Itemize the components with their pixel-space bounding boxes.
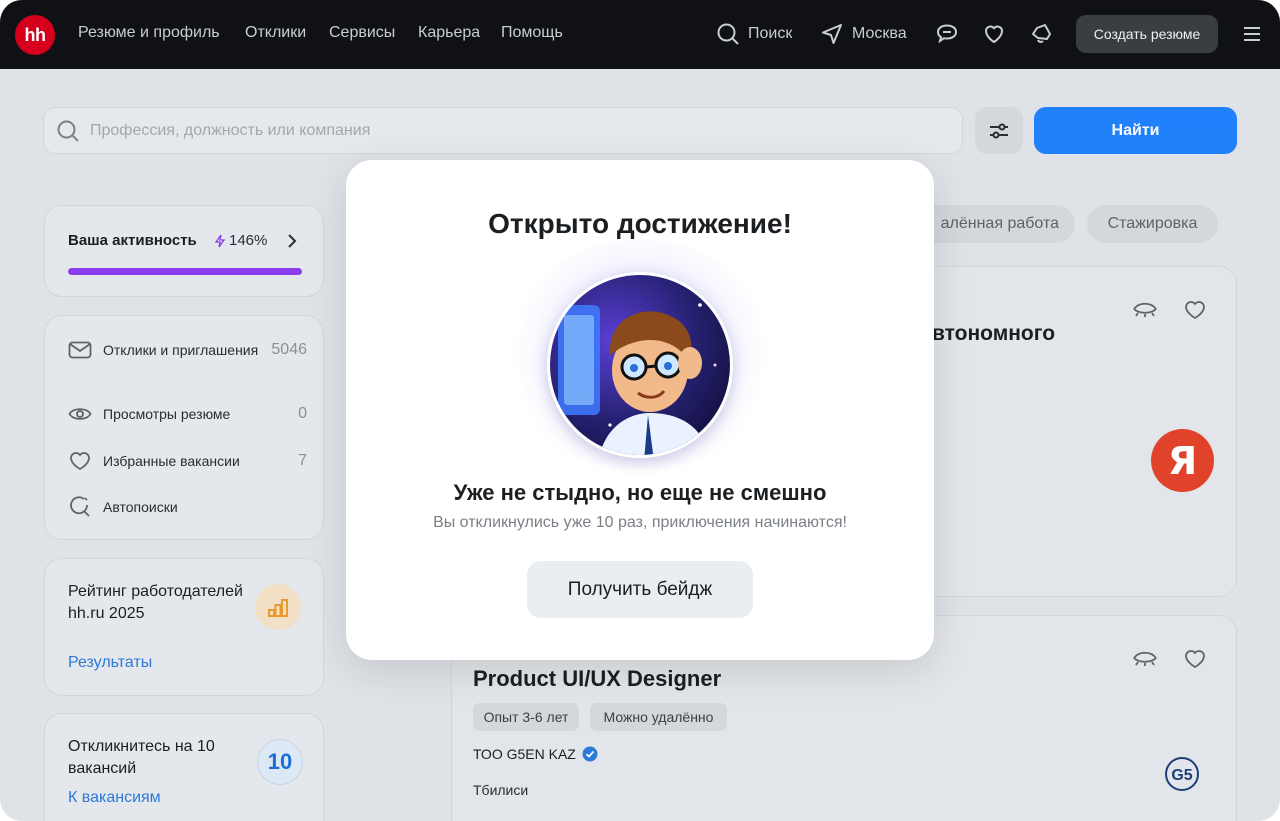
favorite-heart-icon[interactable] [1181, 646, 1209, 670]
favorite-heart-icon[interactable] [1181, 297, 1209, 321]
stat-label: Просмотры резюме [103, 406, 231, 422]
get-badge-button[interactable]: Получить бейдж [527, 561, 753, 618]
nav-item-help[interactable]: Помощь [501, 24, 563, 42]
activity-card[interactable]: Ваша активность 146% [44, 205, 324, 297]
respond-challenge-card: Откликнитесь на 10 вакансий 10 К ваканси… [44, 713, 324, 821]
vacancy-search-field[interactable] [43, 107, 963, 154]
stat-label: Автопоиски [103, 499, 178, 515]
vacancy-title[interactable]: Product UI/UX Designer [473, 666, 721, 692]
stat-row-favorites[interactable]: Избранные вакансии 7 [67, 450, 307, 472]
search-icon [717, 23, 739, 45]
achievement-badge-image [547, 272, 733, 458]
heart-icon [67, 450, 93, 472]
app-frame: hh Резюме и профиль Отклики Сервисы Карь… [0, 0, 1280, 821]
rating-chart-icon [255, 584, 301, 630]
create-resume-button[interactable]: Создать резюме [1076, 15, 1218, 53]
nav-item-career[interactable]: Карьера [418, 24, 480, 42]
activity-progress-bar [68, 268, 302, 275]
rating-results-link[interactable]: Результаты [68, 654, 152, 672]
hide-eye-icon[interactable] [1131, 646, 1159, 670]
stat-row-views[interactable]: Просмотры резюме 0 [67, 403, 307, 425]
top-navigation-bar: hh Резюме и профиль Отклики Сервисы Карь… [0, 0, 1280, 69]
lightning-icon [215, 234, 225, 247]
activity-percent-value: 146% [229, 232, 268, 249]
stats-card: Отклики и приглашения 5046 Просмотры рез… [44, 315, 324, 540]
chip-internship[interactable]: Стажировка [1087, 205, 1218, 243]
vacancy-company[interactable]: ТОО G5EN KAZ [473, 746, 598, 762]
stat-row-responses[interactable]: Отклики и приглашения 5046 [67, 339, 307, 361]
modal-title: Открыто достижение! [488, 208, 792, 239]
mail-icon [67, 339, 93, 361]
sliders-icon [990, 123, 1008, 138]
stat-count: 5046 [271, 341, 307, 358]
favorites-heart-icon[interactable] [981, 21, 1007, 47]
search-input[interactable] [90, 121, 890, 140]
city-label: Москва [852, 25, 907, 42]
search-link-label: Поиск [748, 25, 793, 42]
stat-row-autosearch[interactable]: Автопоиски [67, 496, 307, 518]
g5-logo-text: G5 [1171, 767, 1192, 784]
stat-label: Избранные вакансии [103, 453, 240, 469]
activity-label: Ваша активность [68, 232, 197, 249]
stat-label: Отклики и приглашения [103, 342, 259, 358]
employer-rating-card: Рейтинг работодателей hh.ru 2025 Результ… [44, 558, 324, 696]
modal-description: Вы откликнулись уже 10 раз, приключения … [433, 514, 847, 531]
vacancy-city: Тбилиси [473, 782, 529, 798]
chevron-right-icon [288, 234, 297, 248]
filters-button[interactable] [975, 107, 1023, 154]
rating-title: Рейтинг работодателей hh.ru 2025 [68, 583, 243, 622]
tag-remote: Можно удалённо [590, 703, 727, 731]
location-arrow-icon [822, 24, 842, 44]
city-selector[interactable]: Москва [820, 20, 907, 48]
notifications-bell-icon[interactable] [1029, 21, 1055, 47]
hide-eye-icon[interactable] [1131, 297, 1159, 321]
nav-item-resume[interactable]: Резюме и профиль [78, 24, 220, 42]
vacancy-title[interactable]: втономного [932, 322, 1055, 346]
find-button[interactable]: Найти [1034, 107, 1237, 154]
search-link[interactable]: Поиск [716, 20, 792, 48]
nav-item-responses[interactable]: Отклики [245, 24, 306, 42]
respond-title: Откликнитесь на 10 вакансий [68, 738, 215, 777]
to-vacancies-link[interactable]: К вакансиям [68, 789, 161, 807]
eye-icon [67, 403, 93, 425]
g5-games-logo: G5 [1165, 757, 1199, 791]
nav-item-services[interactable]: Сервисы [329, 24, 395, 42]
autosearch-icon [67, 496, 93, 518]
respond-count-badge: 10 [257, 739, 303, 785]
modal-subtitle: Уже не стыдно, но еще не смешно [453, 480, 827, 505]
achievement-modal: Открыто достижение! Уже не стыдно, но ещ… [346, 160, 934, 660]
company-name: ТОО G5EN KAZ [473, 746, 576, 762]
yandex-logo: Я [1151, 429, 1214, 492]
tag-experience: Опыт 3-6 лет [473, 703, 579, 731]
stat-count: 7 [298, 452, 307, 469]
activity-percent: 146% [215, 232, 267, 249]
chat-icon[interactable] [934, 21, 960, 47]
hh-logo[interactable]: hh [15, 15, 55, 55]
verified-check-icon [582, 746, 598, 762]
search-icon [57, 120, 79, 142]
stat-count: 0 [298, 405, 307, 422]
menu-icon[interactable] [1242, 24, 1262, 44]
